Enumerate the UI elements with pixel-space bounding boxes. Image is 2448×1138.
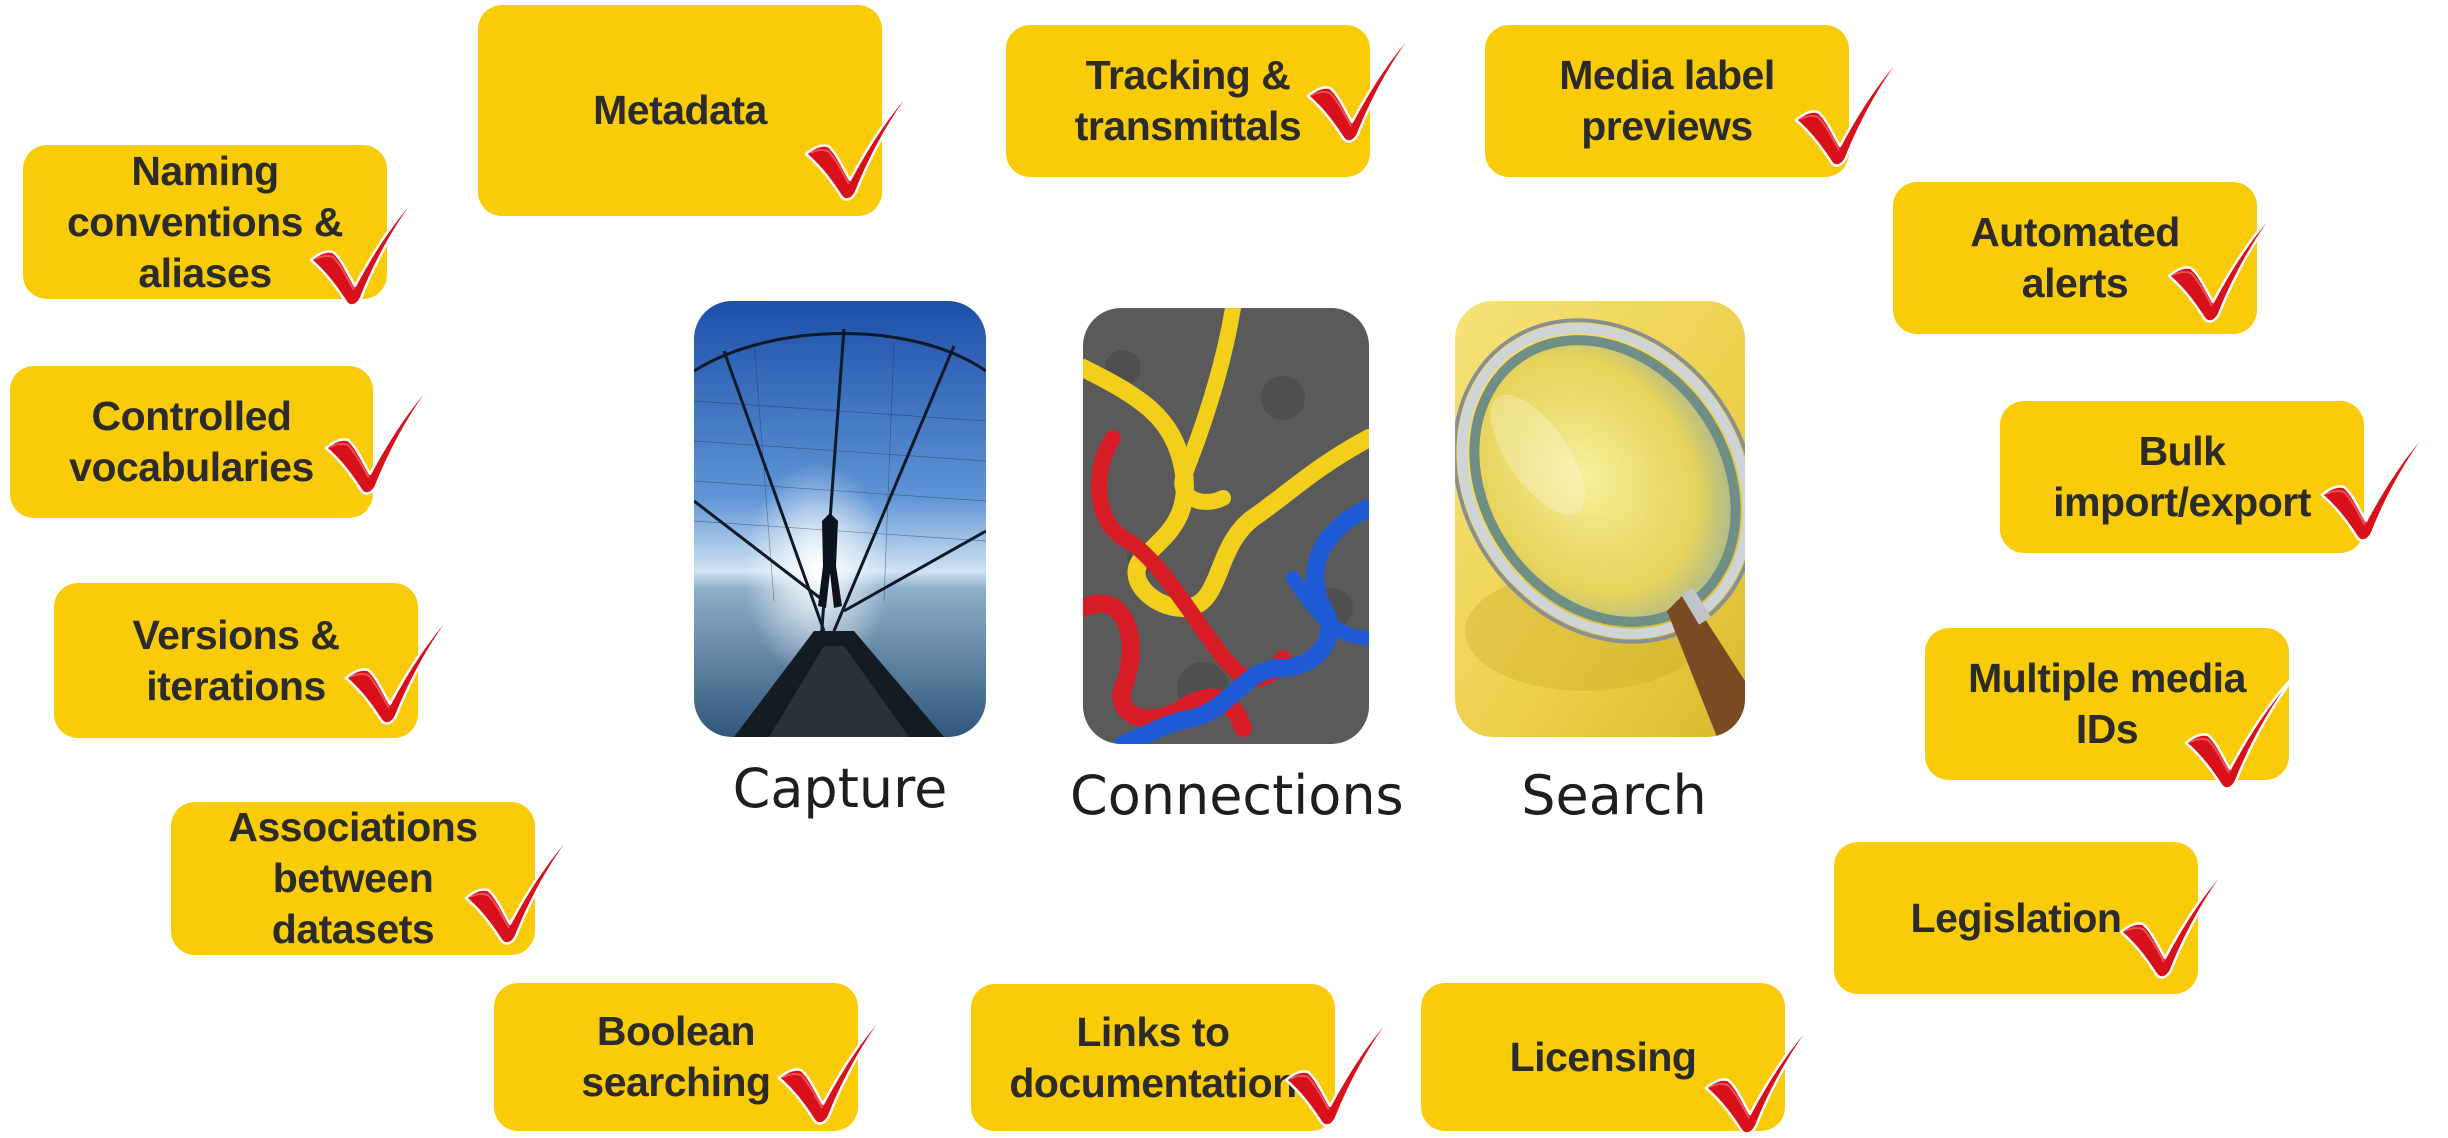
feature-label: Licensing	[1509, 1033, 1697, 1080]
red-checkmark-icon	[2316, 415, 2444, 545]
red-checkmark-icon	[2180, 663, 2308, 793]
red-checkmark-icon	[800, 74, 928, 204]
magnifying-glass-photo	[1455, 301, 1745, 737]
feature-label: Metadata	[593, 87, 767, 133]
feature-label: Tracking & transmittals	[1074, 52, 1302, 149]
feature-label: Media label previews	[1559, 52, 1775, 149]
pillar-caption-capture: Capture	[732, 757, 948, 820]
pillar-caption-search: Search	[1521, 764, 1707, 827]
feature-label: Naming conventions & aliases	[67, 147, 343, 296]
feature-label: Versions & iterations	[132, 611, 340, 709]
red-checkmark-icon	[1700, 1008, 1828, 1138]
red-checkmark-icon	[340, 598, 468, 728]
red-checkmark-icon	[1280, 1000, 1408, 1130]
pillar-caption-connections: Connections	[1070, 764, 1404, 827]
red-checkmark-icon	[320, 368, 448, 498]
feature-label: Associations between datasets	[228, 804, 478, 952]
red-checkmark-icon	[2115, 852, 2243, 982]
tied-ropes-photo	[1083, 308, 1369, 744]
red-checkmark-icon	[2163, 196, 2291, 326]
red-checkmark-icon	[1302, 16, 1430, 146]
feature-label: Controlled vocabularies	[69, 393, 314, 490]
red-checkmark-icon	[773, 998, 901, 1128]
feature-label: Boolean searching	[581, 1008, 771, 1105]
feature-label: Automated alerts	[1970, 209, 2180, 306]
fisherman-net-photo	[694, 301, 986, 737]
feature-label: Links to documentation	[1009, 1008, 1297, 1106]
red-checkmark-icon	[460, 818, 588, 948]
red-checkmark-icon	[1790, 40, 1918, 170]
feature-label: Legislation	[1910, 894, 2122, 941]
feature-bulk-import-export: Bulk import/export	[2000, 401, 2364, 553]
feature-label: Bulk import/export	[2053, 428, 2311, 525]
feature-controlled-vocabularies: Controlled vocabularies	[10, 366, 373, 518]
red-checkmark-icon	[305, 180, 433, 310]
